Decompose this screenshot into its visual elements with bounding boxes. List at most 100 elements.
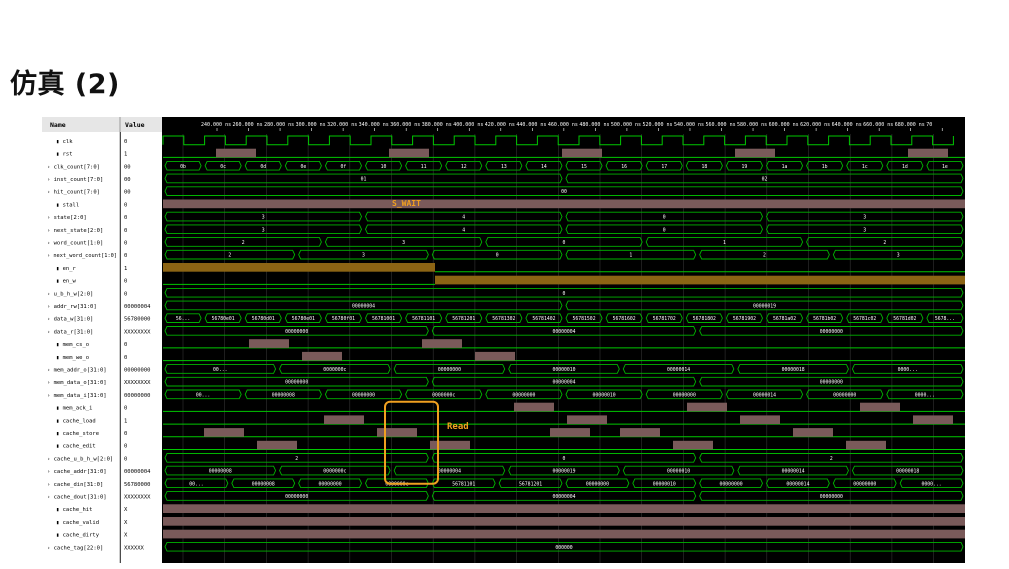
waveform-area: 0b 0c 0d 0e 0f 10 11 12 13 14 15 16 17 18 19 1a 1b 1c 1d 1e… [162, 134, 965, 563]
bus-value-label: 0 [663, 227, 666, 233]
bus-value-label: 00000000 [438, 367, 461, 373]
bus-value-label: 0b [180, 164, 186, 170]
signal-value: 0 [124, 291, 127, 297]
signal-name: › hit_count[7:0] [47, 190, 100, 196]
bus-value-label: 00000008 [252, 481, 275, 487]
bus-value-label: 0f [341, 164, 347, 170]
signal-name: › next_state[2:0] [47, 228, 103, 234]
wave-high-pulse [846, 440, 886, 450]
time-tick-label: 380.000 ns [422, 122, 452, 128]
time-tick-label: 440.000 ns [516, 122, 546, 128]
signal-value: 0 [124, 355, 127, 361]
bus-value-label: 56780f01 [332, 316, 355, 322]
bus-value-label: 00000014 [753, 392, 776, 398]
signal-value: 00000004 [124, 304, 151, 310]
time-tick-label: 620.000 ns [800, 122, 830, 128]
signal-value: 0 [124, 406, 127, 412]
wave-high-region [163, 517, 965, 526]
wave-high-pulse [620, 428, 660, 437]
time-tick-label: 340.000 ns [359, 122, 389, 128]
signal-value: 00 [124, 177, 131, 183]
bus-value-label: 00000000 [820, 329, 843, 335]
signal-value: 0 [124, 456, 127, 462]
bus-value-label: 56780e01 [292, 316, 315, 322]
time-tick-label: 560.000 ns [706, 122, 736, 128]
bus-value-label: 17 [661, 164, 667, 170]
signal-name: › u_b_h_w[2:0] [47, 291, 93, 297]
read-annotation: Read [447, 422, 469, 432]
bus-value-label: 56781c02 [853, 316, 876, 322]
signal-name: ▮ en_r [56, 266, 77, 272]
bus-value-label: 00000010 [552, 367, 575, 373]
bus-value-label: 56780e01 [212, 316, 235, 322]
bus-value-label: 1d [902, 164, 908, 170]
bus-value-label: 13 [501, 164, 507, 170]
wave-high-pulse [908, 148, 948, 158]
time-tick-label: 500.000 ns [611, 122, 641, 128]
bus-value-label: 0 [563, 291, 566, 297]
waveform-window: Name Value ▮ clk 0 ▮ rst 1 › clk_count[7:0] 00 ›… [42, 117, 965, 563]
bus-value-label: 00... [196, 392, 210, 398]
wave-high-pulse [249, 339, 289, 348]
bus-value-label: 12 [461, 164, 467, 170]
bus-value-label: 00 [561, 189, 567, 195]
bus-value-label: 00000004 [552, 329, 575, 335]
time-tick-label: 320.000 ns [327, 122, 357, 128]
bus-value-label: 000000 [555, 545, 572, 551]
signal-value: 0 [124, 139, 127, 145]
time-tick-label: 660.000 ns [863, 122, 893, 128]
bus-value-label: 00000000 [352, 392, 375, 398]
wave-high-pulse [740, 415, 780, 425]
signal-name: ▮ cache_store [56, 431, 99, 437]
signal-value: 56780000 [124, 317, 151, 323]
bus-value-label: 0000000c [323, 367, 346, 373]
bus-value-label: 56781b02 [813, 316, 836, 322]
signal-value: XXXXXX [124, 545, 145, 551]
bus-value-label: 5678... [935, 316, 955, 322]
bus-value-label: 00000019 [753, 303, 776, 309]
bus-value-label: 2 [883, 240, 886, 246]
wave-high-pulse [562, 148, 602, 158]
bus-value-label: 16 [621, 164, 627, 170]
time-tick-label: 600.000 ns [769, 122, 799, 128]
signal-value: 00000000 [124, 367, 151, 373]
bus-value-label: 00000004 [352, 303, 375, 309]
signal-name: › next_word_count[1:0] [47, 253, 117, 259]
time-tick-label: 580.000 ns [737, 122, 767, 128]
signal-name: › data_w[31:0] [47, 317, 93, 323]
bus-value-label: 00000014 [667, 367, 690, 373]
signal-value: 0 [124, 202, 127, 208]
signal-name: › mem_addr_o[31:0] [47, 367, 107, 373]
bus-value-label: 00000000 [820, 494, 843, 500]
bus-value-label: 1a [782, 164, 788, 170]
bus-value-label: 56780d01 [252, 316, 275, 322]
slide-title: 仿真 (2) [10, 69, 120, 100]
signal-value: 00000004 [124, 469, 151, 475]
bus-value-label: 56781101 [412, 316, 435, 322]
signal-name: ▮ stall [56, 202, 79, 208]
bus-value-label: 56781a02 [773, 316, 796, 322]
bus-value-label: 10 [381, 164, 387, 170]
bus-value-label: 0e [300, 164, 306, 170]
bus-value-label: 11 [421, 164, 427, 170]
wave-high-pulse [422, 339, 462, 348]
bus-value-label: 00000000 [285, 494, 308, 500]
signal-name: › cache_addr[31:0] [47, 469, 107, 475]
bus-value-label: 0c [220, 164, 226, 170]
signal-value: 0 [124, 228, 127, 234]
bus-value-label: 00000014 [786, 481, 809, 487]
bus-value-label: 56781201 [519, 481, 542, 487]
signal-name: › cache_din[31:0] [47, 482, 103, 488]
wave-high-pulse [257, 440, 297, 450]
bus-value-label: 56781402 [532, 316, 555, 322]
value-header: Value [125, 121, 145, 129]
bus-value-label: 56... [176, 316, 190, 322]
bus-value-label: 56781302 [492, 316, 515, 322]
bus-value-label: 0 [496, 253, 499, 259]
signal-name: ▮ cache_valid [56, 520, 99, 526]
bus-value-label: 56781902 [733, 316, 756, 322]
bus-value-label: 56781802 [693, 316, 716, 322]
time-tick-label: 480.000 ns [579, 122, 609, 128]
signal-name: ▮ mem_we_o [56, 355, 89, 361]
signal-value: 00 [124, 190, 131, 196]
